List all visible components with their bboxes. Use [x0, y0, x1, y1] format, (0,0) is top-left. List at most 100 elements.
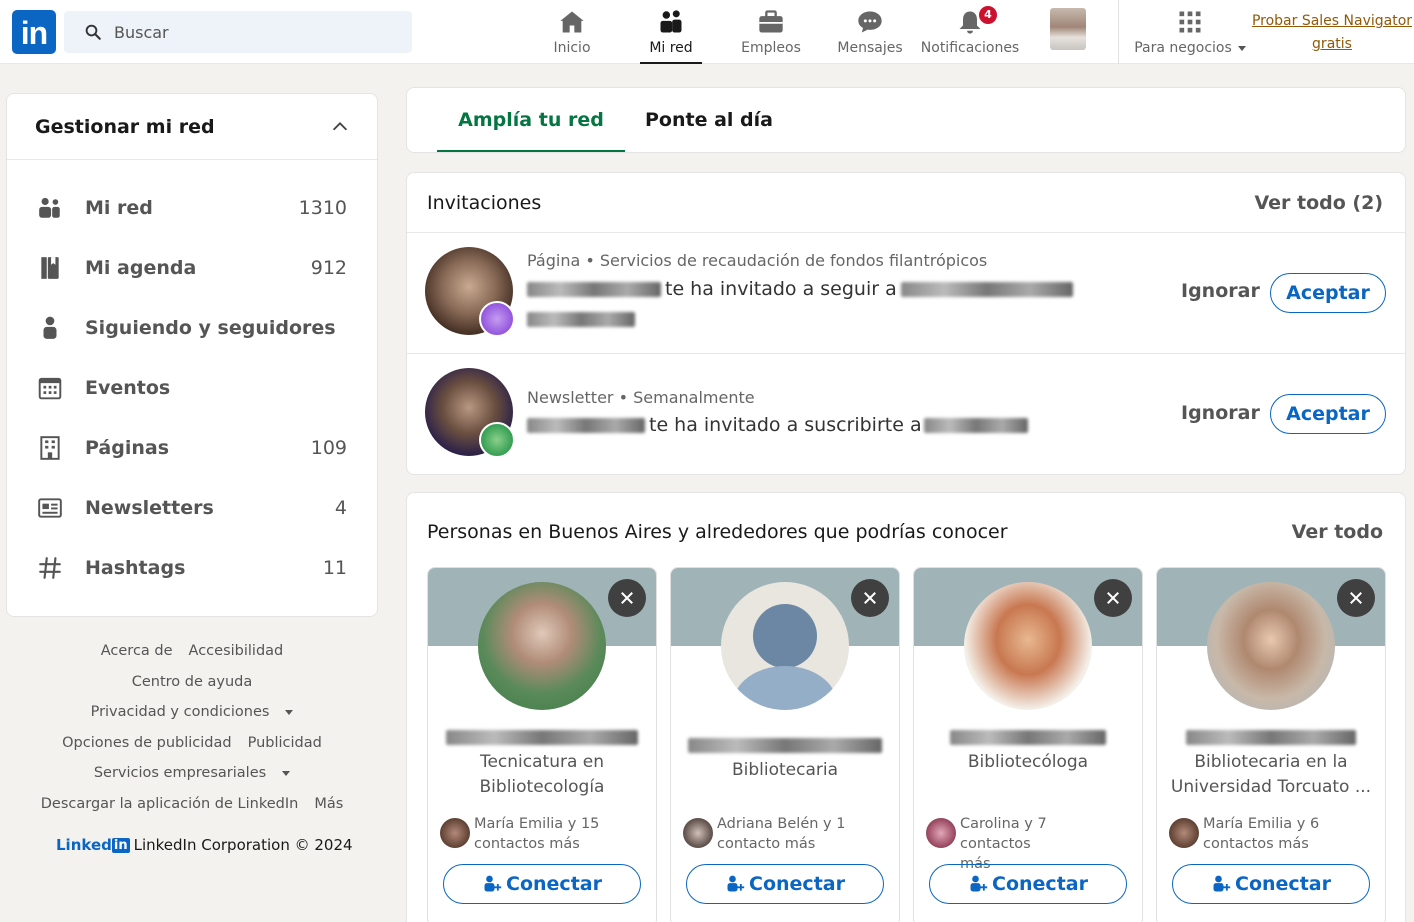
footer-download-app-link[interactable]: Descargar la aplicación de LinkedIn [41, 796, 299, 812]
newsletter-icon [38, 498, 62, 518]
nav-jobs[interactable]: Empleos [741, 6, 801, 64]
redacted-name [446, 730, 638, 745]
sidebar-item-events[interactable]: Eventos [7, 360, 377, 416]
footer-business-services-link[interactable]: Servicios empresariales [86, 765, 298, 781]
dismiss-button[interactable] [1337, 579, 1375, 617]
invitation-avatar[interactable] [425, 368, 515, 458]
mutual-avatar [926, 818, 956, 848]
footer-advertising-link[interactable]: Publicidad [248, 735, 322, 751]
contacts-book-icon [41, 257, 59, 279]
person-card[interactable]: Bibliotecóloga Carolina y 7 contactos más… [913, 567, 1143, 922]
sidebar-item-pages[interactable]: Páginas 109 [7, 420, 377, 476]
footer-logo-word: Linked [56, 836, 112, 854]
sales-navigator-link[interactable]: Probar Sales Navigator gratis [1250, 10, 1414, 56]
person-headline: Bibliotecaria [731, 760, 839, 780]
dismiss-button[interactable] [1094, 579, 1132, 617]
sidebar-item-label: Eventos [85, 377, 171, 399]
tab-catch-up[interactable]: Ponte al día [639, 88, 779, 152]
chevron-up-icon[interactable] [329, 116, 351, 138]
people-view-all[interactable]: Ver todo [1292, 521, 1383, 543]
copyright-text: LinkedIn Corporation © 2024 [133, 836, 353, 854]
search-placeholder: Buscar [114, 22, 169, 42]
add-person-icon [484, 875, 502, 892]
ignore-button[interactable]: Ignorar [1181, 280, 1260, 302]
ignore-button[interactable]: Ignorar [1181, 402, 1260, 424]
people-title: Personas en Buenos Aires y alrededores q… [427, 521, 1008, 543]
tab-grow-network[interactable]: Amplía tu red [437, 88, 625, 152]
dismiss-button[interactable] [851, 579, 889, 617]
person-headline: Bibliotecóloga [967, 752, 1089, 772]
newsletter-badge [479, 422, 515, 458]
hashtag-icon [39, 557, 61, 579]
accept-button[interactable]: Aceptar [1270, 394, 1386, 434]
manage-network-header[interactable]: Gestionar mi red [7, 94, 377, 160]
accept-button[interactable]: Aceptar [1270, 273, 1386, 313]
add-person-icon [970, 875, 988, 892]
redacted-name [1186, 730, 1356, 745]
profile-avatar[interactable] [1050, 8, 1086, 50]
mutual-connections: María Emilia y 6 contactos más [1169, 814, 1363, 854]
nav-messages-label: Mensajes [837, 40, 903, 56]
nav-jobs-label: Empleos [741, 40, 801, 56]
person-avatar[interactable] [478, 582, 606, 710]
person-icon [43, 316, 57, 339]
nav-home[interactable]: Inicio [552, 6, 592, 64]
footer-logo-in: in [111, 837, 130, 853]
add-person-icon [1213, 875, 1231, 892]
person-name[interactable] [687, 735, 883, 753]
connect-button[interactable]: Conectar [1172, 864, 1370, 904]
connect-button[interactable]: Conectar [443, 864, 641, 904]
nav-for-business[interactable]: Para negocios [1134, 6, 1246, 64]
sidebar-item-label: Páginas [85, 437, 170, 459]
person-card[interactable]: Tecnicatura en Bibliotecología María Emil… [427, 567, 657, 922]
briefcase-icon [759, 10, 783, 33]
nav-messages[interactable]: Mensajes [837, 6, 903, 64]
invitations-header: Invitaciones Ver todo (2) [407, 173, 1405, 233]
default-avatar-icon [733, 604, 837, 710]
sidebar-item-my-network[interactable]: Mi red 1310 [7, 180, 377, 236]
calendar-icon [38, 377, 62, 400]
person-avatar-placeholder[interactable] [721, 582, 849, 710]
footer-help-link[interactable]: Centro de ayuda [132, 674, 253, 690]
dismiss-button[interactable] [608, 579, 646, 617]
manage-network-card: Gestionar mi red Mi red 1310 Mi agenda 9… [6, 93, 378, 617]
top-navigation-bar: in Buscar Inicio Mi red Empleos Mensajes… [0, 0, 1414, 64]
footer-copyright: Linked in LinkedIn Corporation © 2024 [56, 836, 353, 854]
person-name[interactable] [1173, 727, 1369, 745]
person-avatar[interactable] [1207, 582, 1335, 710]
chevron-down-icon [285, 709, 294, 715]
invitations-view-all[interactable]: Ver todo (2) [1254, 192, 1383, 214]
sidebar-item-newsletters[interactable]: Newsletters 4 [7, 480, 377, 536]
close-icon [1350, 592, 1362, 604]
linkedin-logo[interactable]: in [12, 10, 56, 54]
search-input[interactable]: Buscar [64, 11, 412, 53]
person-name[interactable] [444, 727, 640, 745]
redacted-name [688, 738, 882, 753]
invitation-avatar[interactable] [425, 247, 515, 337]
person-name[interactable] [930, 727, 1126, 745]
sidebar-item-contacts[interactable]: Mi agenda 912 [7, 240, 377, 296]
nav-notifications[interactable]: 4 Notificaciones [921, 6, 1019, 64]
nav-my-network[interactable]: Mi red [640, 6, 702, 64]
sidebar-item-label: Siguiendo y seguidores [85, 317, 336, 339]
sidebar-item-hashtags[interactable]: Hashtags 11 [7, 540, 377, 596]
building-icon [40, 436, 60, 460]
sidebar-item-label: Mi agenda [85, 257, 197, 279]
person-avatar[interactable] [964, 582, 1092, 710]
nav-my-network-label: Mi red [649, 40, 693, 56]
connect-button[interactable]: Conectar [929, 864, 1127, 904]
mutual-avatar [683, 818, 713, 848]
person-card[interactable]: Bibliotecaria en la Universidad Torcuato … [1156, 567, 1386, 922]
footer-about-link[interactable]: Acerca de [101, 643, 173, 659]
footer-ad-options-link[interactable]: Opciones de publicidad [62, 735, 231, 751]
footer-accessibility-link[interactable]: Accesibilidad [189, 643, 284, 659]
connect-button[interactable]: Conectar [686, 864, 884, 904]
invitation-row: Página • Servicios de recaudación de fon… [407, 233, 1405, 353]
footer-privacy-link[interactable]: Privacidad y condiciones [83, 704, 302, 720]
footer-more-link[interactable]: Más [314, 796, 343, 812]
invitations-card: Invitaciones Ver todo (2) Página • Servi… [406, 172, 1406, 475]
sidebar-item-label: Newsletters [85, 497, 214, 519]
close-icon [1107, 592, 1119, 604]
person-card[interactable]: Bibliotecaria Adriana Belén y 1 contacto … [670, 567, 900, 922]
sidebar-item-following[interactable]: Siguiendo y seguidores [7, 300, 377, 356]
